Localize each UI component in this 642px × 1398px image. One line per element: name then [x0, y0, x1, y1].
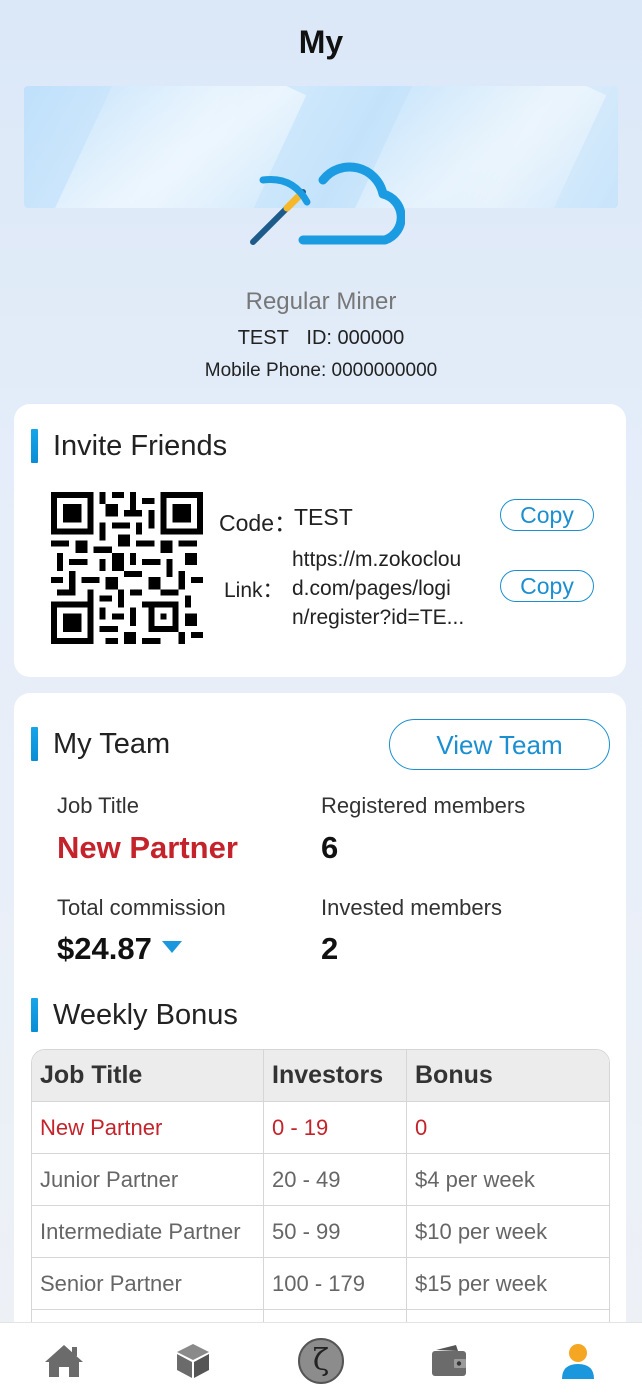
qr-code-icon	[51, 492, 203, 644]
invite-title: Invite Friends	[53, 429, 228, 462]
team-title: My Team	[53, 727, 171, 760]
job-title-label: Job Title	[57, 793, 139, 818]
view-team-button[interactable]: View Team	[389, 719, 610, 770]
caret-down-icon[interactable]	[161, 940, 182, 953]
profile-phone: Mobile Phone: 0000000000	[204, 360, 438, 381]
table-cell: 0	[407, 1102, 609, 1154]
nav-zeta[interactable]: ζ	[257, 1323, 385, 1398]
home-icon	[45, 1344, 84, 1377]
total-commission-value: $24.87	[57, 931, 152, 966]
table-header-cell: Job Title	[32, 1050, 264, 1102]
section-accent-bar	[31, 727, 38, 761]
invite-code-value: TEST	[294, 504, 353, 530]
box-icon	[176, 1343, 209, 1378]
invite-link-line: d.com/pages/logi	[292, 577, 451, 600]
table-cell: 0 - 19	[264, 1102, 407, 1154]
invite-link-value: https://m.zokoclou d.com/pages/logi n/re…	[292, 545, 492, 632]
table-row: Intermediate Partner 50 - 99 $10 per wee…	[32, 1206, 609, 1258]
table-header-cell: Investors	[264, 1050, 407, 1102]
section-accent-bar	[31, 998, 38, 1032]
bonus-table: Job Title Investors Bonus New Partner 0 …	[31, 1049, 610, 1363]
invested-members-value: 2	[321, 931, 339, 966]
table-cell: New Partner	[32, 1102, 264, 1154]
bonus-header: Weekly Bonus	[31, 998, 238, 1032]
table-cell: $10 per week	[407, 1206, 609, 1258]
registered-members-value: 6	[321, 830, 339, 865]
profile-id: ID: 000000	[306, 327, 405, 349]
table-row: Senior Partner 100 - 179 $15 per week	[32, 1258, 609, 1310]
profile-name: TEST	[237, 327, 289, 349]
table-cell: Junior Partner	[32, 1154, 264, 1206]
table-cell: Senior Partner	[32, 1258, 264, 1310]
table-header-cell: Bonus	[407, 1050, 609, 1102]
bottom-nav: ζ	[0, 1322, 642, 1398]
team-card: My Team View Team Job Title New Partner …	[14, 693, 626, 1398]
wallet-icon	[432, 1344, 467, 1376]
bonus-title: Weekly Bonus	[53, 998, 238, 1031]
nav-products[interactable]	[128, 1323, 256, 1398]
table-cell: Intermediate Partner	[32, 1206, 264, 1258]
copy-code-button[interactable]: Copy	[500, 499, 594, 531]
table-cell: 50 - 99	[264, 1206, 407, 1258]
job-title-value: New Partner	[57, 830, 238, 865]
invite-link-line: n/register?id=TE...	[292, 606, 465, 629]
table-cell: $4 per week	[407, 1154, 609, 1206]
total-commission-label: Total commission	[57, 895, 226, 920]
nav-home[interactable]	[0, 1323, 128, 1398]
nav-profile[interactable]	[514, 1323, 642, 1398]
table-cell: 100 - 179	[264, 1258, 407, 1310]
zeta-glyph: ζ	[312, 1343, 330, 1378]
table-cell: $15 per week	[407, 1258, 609, 1310]
invite-header: Invite Friends	[31, 429, 227, 463]
section-accent-bar	[31, 429, 38, 463]
invested-members-label: Invested members	[321, 895, 502, 920]
profile-id-line: TEST ID: 000000	[0, 327, 642, 350]
invite-code-label: Code：	[219, 510, 297, 536]
nav-wallet[interactable]	[385, 1323, 513, 1398]
team-header: My Team	[31, 727, 170, 761]
total-commission: $24.87	[57, 931, 182, 967]
zeta-icon: ζ	[298, 1337, 345, 1384]
invite-card: Invite Friends Code： TEST Copy Link： htt…	[14, 404, 626, 677]
copy-link-button[interactable]: Copy	[500, 570, 594, 602]
page-title: My	[298, 24, 344, 60]
invite-link-label: Link：	[224, 579, 284, 602]
profile-rank: Regular Miner	[245, 288, 397, 315]
user-icon	[561, 1343, 594, 1379]
registered-members-label: Registered members	[321, 793, 526, 818]
table-row: New Partner 0 - 19 0	[32, 1102, 609, 1154]
table-cell: 20 - 49	[264, 1154, 407, 1206]
invite-link-line: https://m.zokoclou	[292, 548, 462, 571]
table-row: Junior Partner 20 - 49 $4 per week	[32, 1154, 609, 1206]
table-header-row: Job Title Investors Bonus	[32, 1050, 609, 1102]
miner-logo-icon	[250, 162, 405, 245]
